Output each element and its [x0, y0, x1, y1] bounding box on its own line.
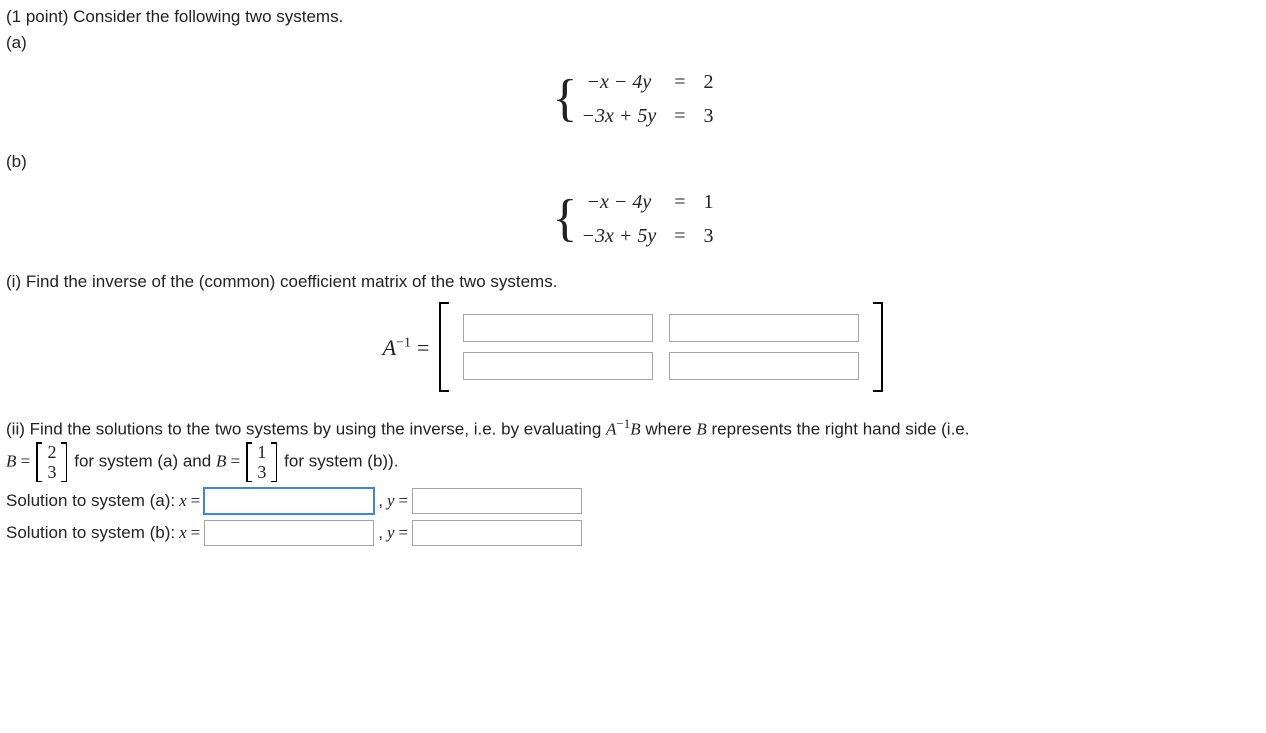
vector-B-b: 13 — [246, 442, 277, 482]
part-ii-txt-b: for system (b)). — [284, 452, 398, 471]
sys-b-r1-lhs: −x − 4y — [581, 187, 656, 217]
system-a: { −x − 4y = 2 −3x + 5y = 3 — [6, 67, 1260, 131]
a-inv-21-input[interactable] — [463, 352, 653, 380]
a-inv-11-input[interactable] — [463, 314, 653, 342]
sys-b-r2-rhs: 3 — [704, 221, 714, 251]
inverse-matrix-row: A−1= — [6, 302, 1260, 392]
left-bracket-icon — [439, 302, 453, 392]
sys-b-r2-eq: = — [674, 221, 685, 251]
sys-a-r2-rhs: 3 — [704, 101, 714, 131]
left-brace-icon: { — [553, 193, 578, 245]
comma-a: , — [378, 488, 383, 514]
part-ii-txt-a: for system (a) and — [74, 452, 216, 471]
part-a-label: (a) — [6, 30, 1260, 56]
a-inv-22-input[interactable] — [669, 352, 859, 380]
a-inv-12-input[interactable] — [669, 314, 859, 342]
sol-a-label: Solution to system (a): — [6, 488, 175, 514]
vector-B-a: 23 — [36, 442, 67, 482]
sys-a-r1-rhs: 2 — [704, 67, 714, 97]
x-eq-a: x — [179, 488, 187, 514]
sol-b-label: Solution to system (b): — [6, 520, 175, 546]
y-eq-a: y — [387, 488, 395, 514]
sys-b-r1-eq: = — [674, 187, 685, 217]
part-b-label: (b) — [6, 149, 1260, 175]
part-ii-mid1: where — [641, 420, 697, 439]
solution-b-line: Solution to system (b): x = , y = — [6, 520, 1260, 546]
system-b: { −x − 4y = 1 −3x + 5y = 3 — [6, 187, 1260, 251]
sys-b-r1-rhs: 1 — [704, 187, 714, 217]
solution-a-line: Solution to system (a): x = , y = — [6, 488, 1260, 514]
matrix-bracket — [439, 302, 883, 392]
sys-b-r2-lhs: −3x + 5y — [581, 221, 656, 251]
sol-a-x-input[interactable] — [204, 488, 374, 514]
sys-a-r1-lhs: −x − 4y — [581, 67, 656, 97]
sys-a-r2-lhs: −3x + 5y — [581, 101, 656, 131]
right-bracket-icon — [869, 302, 883, 392]
y-eq-b: y — [387, 520, 395, 546]
left-brace-icon: { — [553, 73, 578, 125]
sol-b-y-input[interactable] — [412, 520, 582, 546]
part-ii-mid2: represents the right hand side (i.e. — [707, 420, 970, 439]
points-line: (1 point) Consider the following two sys… — [6, 4, 1260, 30]
a-inverse-label: A−1= — [383, 331, 430, 364]
part-ii-text: (ii) Find the solutions to the two syste… — [6, 414, 1260, 482]
sol-b-x-input[interactable] — [204, 520, 374, 546]
sol-a-y-input[interactable] — [412, 488, 582, 514]
sys-a-r1-eq: = — [674, 67, 685, 97]
x-eq-b: x — [179, 520, 187, 546]
part-ii-lead: (ii) Find the solutions to the two syste… — [6, 420, 606, 439]
comma-b: , — [378, 520, 383, 546]
part-i-text: (i) Find the inverse of the (common) coe… — [6, 269, 1260, 295]
sys-a-r2-eq: = — [674, 101, 685, 131]
